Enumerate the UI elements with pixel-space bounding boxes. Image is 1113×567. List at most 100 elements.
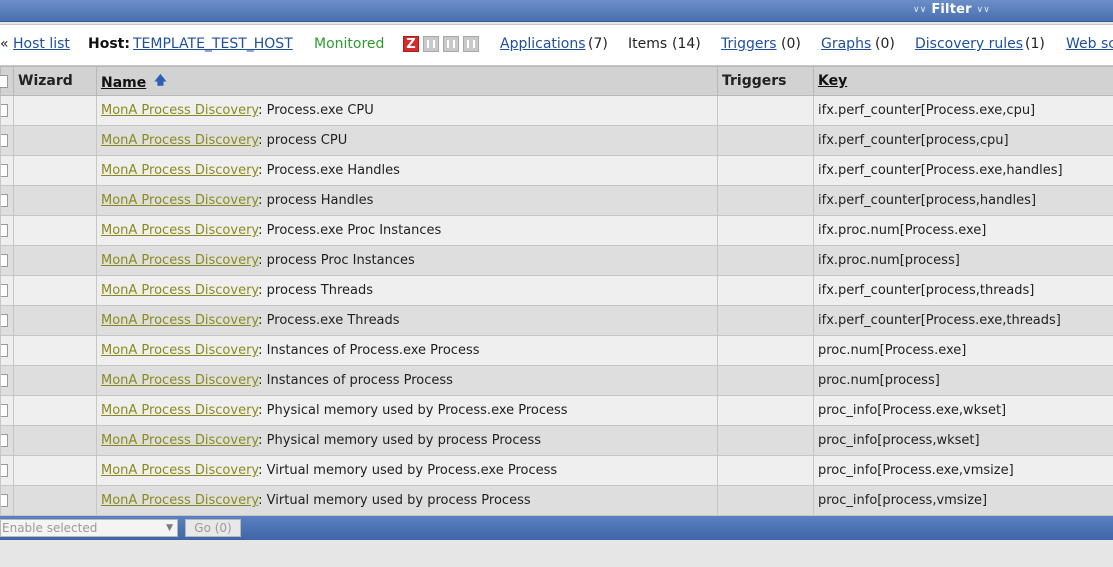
- discovery-rule-link[interactable]: MonA Process Discovery: [101, 103, 258, 118]
- row-checkbox[interactable]: [1, 254, 8, 267]
- items-label: Items: [628, 36, 668, 52]
- discovery-rule-link[interactable]: MonA Process Discovery: [101, 433, 258, 448]
- discovery-rule-link[interactable]: MonA Process Discovery: [101, 403, 258, 418]
- row-select-cell: [0, 365, 14, 396]
- row-checkbox[interactable]: [1, 404, 8, 417]
- wizard-cell: [13, 395, 97, 426]
- item-name: : Process.exe Threads: [258, 313, 400, 328]
- row-checkbox[interactable]: [1, 194, 8, 207]
- host-list-link[interactable]: Host list: [13, 35, 70, 53]
- row-checkbox[interactable]: [1, 104, 8, 117]
- graphs-link[interactable]: Graphs: [821, 35, 871, 53]
- discovery-rule-link[interactable]: MonA Process Discovery: [101, 253, 258, 268]
- name-cell: MonA Process Discovery: process CPU: [96, 125, 718, 156]
- triggers-cell: [717, 185, 814, 216]
- filter-toggle[interactable]: ∨∨ Filter ∨∨: [913, 2, 990, 17]
- row-checkbox[interactable]: [1, 434, 8, 447]
- triggers-link[interactable]: Triggers: [721, 35, 777, 53]
- wizard-cell: [13, 245, 97, 276]
- sort-by-name-link[interactable]: Name: [101, 75, 146, 91]
- item-name: : Physical memory used by process Proces…: [258, 433, 542, 448]
- discovery-rule-link[interactable]: MonA Process Discovery: [101, 223, 258, 238]
- zabbix-availability-icon: Z: [403, 36, 419, 52]
- web-scenarios-link[interactable]: Web sc: [1066, 35, 1113, 53]
- applications-link[interactable]: Applications: [500, 35, 586, 53]
- triggers-cell: [717, 275, 814, 306]
- discovery-rule-link[interactable]: MonA Process Discovery: [101, 193, 258, 208]
- key-cell: ifx.perf_counter[Process.exe,handles]: [813, 155, 1113, 186]
- table-row: MonA Process Discovery: Process.exe CPU i…: [0, 95, 1113, 126]
- wizard-cell: [13, 305, 97, 336]
- discovery-rules-count: (1): [1025, 36, 1045, 52]
- row-checkbox[interactable]: [1, 344, 8, 357]
- discovery-rule-link[interactable]: MonA Process Discovery: [101, 463, 258, 478]
- sort-by-key-link[interactable]: Key: [818, 73, 847, 89]
- triggers-count: (0): [781, 36, 801, 52]
- chevron-down-icon: ▼: [166, 523, 173, 533]
- wizard-cell: [13, 455, 97, 486]
- discovery-rule-link[interactable]: MonA Process Discovery: [101, 313, 258, 328]
- triggers-cell: [717, 395, 814, 426]
- key-cell: proc.num[Process.exe]: [813, 335, 1113, 366]
- name-cell: MonA Process Discovery: Process.exe CPU: [96, 95, 718, 126]
- filter-label: Filter: [931, 2, 972, 17]
- table-row: MonA Process Discovery: Process.exe Thre…: [0, 305, 1113, 336]
- item-name: : Virtual memory used by process Process: [258, 493, 531, 508]
- wizard-cell: [13, 215, 97, 246]
- mass-action-select[interactable]: Enable selected ▼: [0, 519, 178, 537]
- item-name: : Instances of process Process: [258, 373, 453, 388]
- column-header-name[interactable]: Name 🡅: [96, 66, 718, 96]
- row-checkbox[interactable]: [1, 224, 8, 237]
- table-row: MonA Process Discovery: Virtual memory u…: [0, 455, 1113, 486]
- triggers-cell: [717, 125, 814, 156]
- table-row: MonA Process Discovery: Instances of pro…: [0, 365, 1113, 396]
- name-cell: MonA Process Discovery: Process.exe Thre…: [96, 305, 718, 336]
- discovery-rules-link[interactable]: Discovery rules: [915, 35, 1023, 53]
- wizard-cell: [13, 275, 97, 306]
- table-header-row: Wizard Name 🡅 Triggers Key: [0, 66, 1113, 96]
- row-checkbox[interactable]: [1, 284, 8, 297]
- table-row: MonA Process Discovery: Virtual memory u…: [0, 485, 1113, 516]
- applications-count: (7): [588, 36, 608, 52]
- row-checkbox[interactable]: [1, 374, 8, 387]
- items-table: Wizard Name 🡅 Triggers Key MonA Process D…: [0, 66, 1113, 516]
- triggers-cell: [717, 455, 814, 486]
- column-header-key[interactable]: Key: [813, 66, 1113, 96]
- wizard-cell: [13, 425, 97, 456]
- select-all-checkbox[interactable]: [0, 74, 8, 88]
- row-checkbox[interactable]: [1, 134, 8, 147]
- go-button[interactable]: Go (0): [185, 519, 241, 537]
- row-select-cell: [0, 215, 14, 246]
- discovery-rule-link[interactable]: MonA Process Discovery: [101, 133, 258, 148]
- key-cell: ifx.perf_counter[process,cpu]: [813, 125, 1113, 156]
- wizard-cell: [13, 335, 97, 366]
- row-checkbox[interactable]: [1, 314, 8, 327]
- row-select-cell: [0, 245, 14, 276]
- key-cell: proc_info[process,vmsize]: [813, 485, 1113, 516]
- discovery-rule-link[interactable]: MonA Process Discovery: [101, 343, 258, 358]
- discovery-rule-link[interactable]: MonA Process Discovery: [101, 163, 258, 178]
- triggers-cell: [717, 335, 814, 366]
- key-cell: ifx.proc.num[Process.exe]: [813, 215, 1113, 246]
- select-all-cell: [0, 66, 14, 96]
- row-checkbox[interactable]: [1, 494, 8, 507]
- triggers-cell: [717, 215, 814, 246]
- row-checkbox[interactable]: [1, 464, 8, 477]
- row-select-cell: [0, 425, 14, 456]
- item-name: : Virtual memory used by Process.exe Pro…: [258, 463, 558, 478]
- triggers-cell: [717, 155, 814, 186]
- table-row: MonA Process Discovery: process Handles i…: [0, 185, 1113, 216]
- wizard-cell: [13, 125, 97, 156]
- discovery-rule-link[interactable]: MonA Process Discovery: [101, 493, 258, 508]
- key-cell: proc_info[Process.exe,wkset]: [813, 395, 1113, 426]
- discovery-rule-link[interactable]: MonA Process Discovery: [101, 283, 258, 298]
- key-cell: ifx.proc.num[process]: [813, 245, 1113, 276]
- wizard-cell: [13, 155, 97, 186]
- table-row: MonA Process Discovery: Physical memory …: [0, 425, 1113, 456]
- host-status[interactable]: Monitored: [314, 35, 384, 53]
- sort-ascending-icon: 🡅: [154, 72, 167, 87]
- double-chevron-down-icon: ∨∨: [976, 5, 991, 15]
- discovery-rule-link[interactable]: MonA Process Discovery: [101, 373, 258, 388]
- row-checkbox[interactable]: [1, 164, 8, 177]
- host-name-link[interactable]: TEMPLATE_TEST_HOST: [133, 35, 293, 53]
